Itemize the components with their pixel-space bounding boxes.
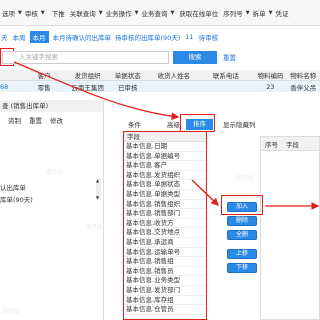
search-row: 入关键字搜索 搜索 重置 xyxy=(2,50,236,64)
list-item[interactable]: 基本信息.运输单号 xyxy=(124,248,206,258)
list-item[interactable]: 基本信息.发货部门 xyxy=(124,286,206,296)
scheme-title-text: 查 (销售出库单) xyxy=(2,102,49,110)
list-item[interactable]: 基本信息.发货组织 xyxy=(124,171,206,181)
field-list-header: 字段 xyxy=(124,132,206,142)
chevron-down-icon[interactable]: ▼ xyxy=(246,10,250,16)
cell-org: 云南王集团 xyxy=(71,83,104,92)
scheme-scroll-track[interactable]: ▲ ▼ xyxy=(96,178,101,200)
list-item[interactable]: 基本信息.日期 xyxy=(124,142,206,152)
scheme-actions: 资制 重置 修改 xyxy=(0,115,103,125)
scheme-item[interactable]: 认出库单 xyxy=(0,182,26,192)
reset-link[interactable]: 重置 xyxy=(223,52,236,62)
sort-tab-highlight xyxy=(180,114,215,132)
list-item[interactable]: 基本信息.收货方 xyxy=(124,219,206,229)
toolbar-audit[interactable]: 审核 xyxy=(25,8,38,18)
chevron-down-icon[interactable]: ▼ xyxy=(269,10,273,16)
delete-button[interactable]: 删除 xyxy=(227,216,257,226)
filter-11[interactable]: 11 xyxy=(185,33,193,41)
table-row[interactable]: 68 零售 云南王集团 已审核 23 香伴父吊 xyxy=(0,81,320,92)
list-item[interactable]: 基本信息.单据类型 xyxy=(124,190,206,200)
toolbar-push-down[interactable]: 下推 xyxy=(52,8,65,18)
chevron-down-icon[interactable]: ▼ xyxy=(170,10,174,16)
toolbar-options[interactable]: 选项 xyxy=(2,8,15,18)
watermark: 演示版 xyxy=(85,224,104,231)
sort-table-header: 序号 字段 xyxy=(261,137,319,151)
cell-customer: 零售 xyxy=(37,83,51,92)
search-input[interactable]: 入关键字搜索 xyxy=(2,50,169,64)
scheme-action-edit[interactable]: 修改 xyxy=(50,115,63,125)
list-item[interactable]: 基本信息.销售组织 xyxy=(124,200,206,210)
delete-all-button[interactable]: 全删 xyxy=(227,230,257,240)
toolbar-voucher[interactable]: 凭证 xyxy=(276,8,289,18)
list-item[interactable]: 基本信息.销售部门 xyxy=(124,209,206,219)
search-button-label: 搜索 xyxy=(188,52,202,61)
grid-header-code[interactable]: 物料编码 xyxy=(251,70,291,80)
filter-this-month[interactable]: 本月 xyxy=(29,31,49,43)
list-item[interactable]: 基本信息.单据状态 xyxy=(124,180,206,190)
filter-pending-audit-90[interactable]: 待审核的出库单(90天) xyxy=(115,32,180,42)
grid-header-status[interactable]: 单据状态 xyxy=(109,70,147,80)
grid-header-phone[interactable]: 联系电话 xyxy=(201,70,251,80)
list-item[interactable]: 基本信息.销售组 xyxy=(124,257,206,267)
data-grid: 客户 发货组织 单据状态 收货人姓名 联系电话 物料编码 物料名称 68 零售 … xyxy=(0,70,320,92)
cell-code: 23 xyxy=(266,82,275,91)
cell-status: 已审核 xyxy=(118,83,138,92)
top-toolbar: 选项 ▼ 审核 ▼ 下推 关联查询 ▼ 业务操作 ▼ 业务查询 ▼ 获取在线单位… xyxy=(0,0,320,26)
scheme-action-copy[interactable]: 资制 xyxy=(8,115,21,125)
toolbar-business-ops[interactable]: 业务操作 xyxy=(106,8,132,18)
list-item[interactable]: 基本信息.业务类型 xyxy=(124,276,206,286)
filter-today[interactable]: 天 xyxy=(1,32,8,42)
quick-filter-bar: 天 本周 本月 本月待确认的出库单 待审核的出库单(90天) 11 待审核 xyxy=(0,31,320,43)
field-list: 字段 基本信息.日期 基本信息.单据编号 基本信息.客户 基本信息.发货组织 基本信息.… xyxy=(123,131,207,320)
watermark: 演示版 xyxy=(2,308,21,315)
list-item[interactable]: 基本信息.承运商 xyxy=(124,238,206,248)
filter-pending-audit[interactable]: 待审核 xyxy=(199,32,219,42)
tab-conditions[interactable]: 条件 xyxy=(128,119,141,129)
sort-table: 序号 字段 xyxy=(260,136,320,320)
toolbar-business-query[interactable]: 业务查询 xyxy=(141,8,167,18)
watermark: 演示版 xyxy=(235,175,254,182)
filter-dialog: 条件 高级 排序 显示隐藏列 字段 基本信息.日期 基本信息.单据编号 基本信息.客… xyxy=(104,112,320,320)
sort-header-index: 序号 xyxy=(265,140,278,149)
sort-header-field: 字段 xyxy=(286,140,299,149)
scroll-down-icon[interactable]: ▼ xyxy=(96,195,99,200)
list-item[interactable]: 基本信息.销售员 xyxy=(124,267,206,277)
chevron-down-icon[interactable]: ▼ xyxy=(41,10,45,16)
toolbar-get-online-unit[interactable]: 获取在线单位 xyxy=(179,8,218,18)
move-down-button[interactable]: 下移 xyxy=(227,263,257,273)
scheme-panel: 查 (销售出库单) 资制 重置 修改 认出库单 库单(90天) ▲ ▼ xyxy=(0,100,104,320)
tab-advanced[interactable]: 高级 xyxy=(167,119,180,129)
grid-header-name[interactable]: 物料名称 xyxy=(290,70,320,80)
list-item[interactable]: 基本信息.客户 xyxy=(124,161,206,171)
toolbar-related-query[interactable]: 关联查询 xyxy=(70,8,96,18)
scheme-action-reset[interactable]: 重置 xyxy=(29,115,42,125)
chevron-down-icon[interactable]: ▼ xyxy=(135,10,139,16)
grid-header-consignee[interactable]: 收货人姓名 xyxy=(147,70,201,80)
list-item[interactable]: 基本信息.交货地点 xyxy=(124,228,206,238)
watermark: 演示版 xyxy=(45,169,64,176)
cell-id[interactable]: 68 xyxy=(0,83,22,91)
filter-month-pending-confirm[interactable]: 本月待确认的出库单 xyxy=(53,32,112,42)
add-button-highlight xyxy=(221,195,263,215)
list-item[interactable]: 基本信息.库存组 xyxy=(124,296,206,306)
list-item[interactable]: 基本信息.仓管员 xyxy=(124,305,206,315)
toolbar-serial-number[interactable]: 序列号 xyxy=(223,8,243,18)
filter-this-week[interactable]: 本周 xyxy=(13,32,26,42)
move-up-button[interactable]: 上移 xyxy=(227,249,257,259)
grid-header: 客户 发货组织 单据状态 收货人姓名 联系电话 物料编码 物料名称 xyxy=(0,70,320,81)
scheme-item[interactable]: 库单(90天) xyxy=(0,194,33,204)
cell-name: 香伴父吊 xyxy=(290,83,317,92)
grid-header-customer[interactable]: 客户 xyxy=(22,70,67,80)
search-placeholder: 入关键字搜索 xyxy=(19,52,58,61)
chevron-down-icon[interactable]: ▼ xyxy=(99,10,103,16)
search-button[interactable]: 搜索 xyxy=(173,50,217,64)
chevron-down-icon[interactable]: ▼ xyxy=(18,10,22,16)
scheme-title: 查 (销售出库单) xyxy=(0,100,103,112)
list-item[interactable]: 基本信息.单据编号 xyxy=(124,152,206,162)
toolbar-split[interactable]: 拆单 xyxy=(253,8,266,18)
grid-header-org[interactable]: 发货组织 xyxy=(66,70,109,80)
scroll-up-icon[interactable]: ▲ xyxy=(96,178,99,183)
tab-show-hide-columns[interactable]: 显示隐藏列 xyxy=(223,119,256,129)
